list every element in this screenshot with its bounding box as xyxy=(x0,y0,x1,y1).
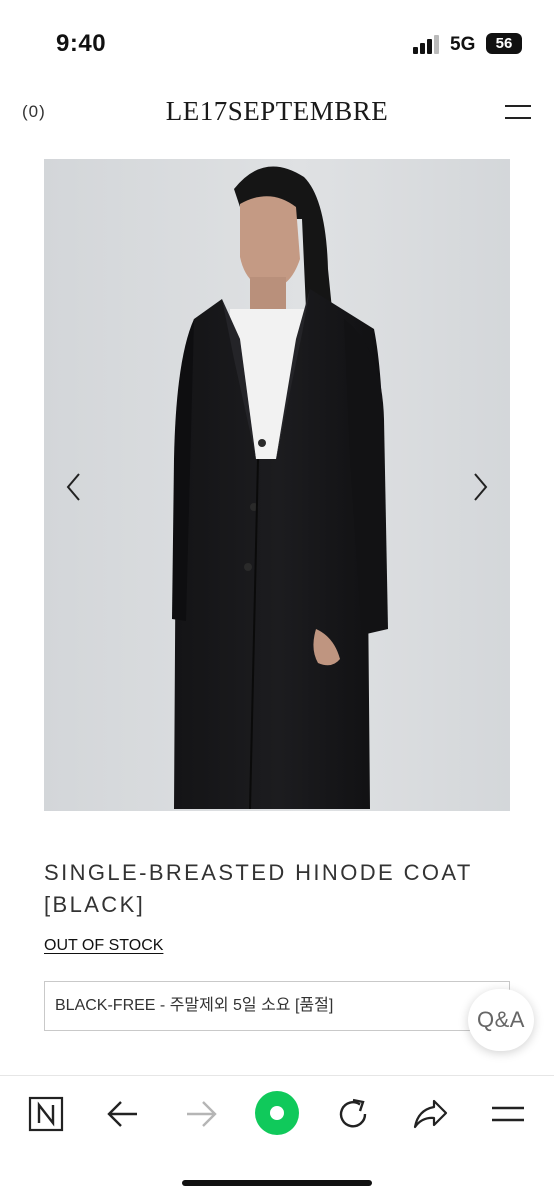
network-type: 5G xyxy=(450,34,476,55)
naver-n-icon[interactable] xyxy=(26,1094,66,1134)
option-select[interactable]: BLACK-FREE - 주말제외 5일 소요 [품절] xyxy=(44,981,510,1031)
green-dot-icon[interactable] xyxy=(254,1090,300,1136)
status-time: 9:40 xyxy=(56,30,107,57)
forward-arrow-icon[interactable] xyxy=(181,1094,221,1134)
carousel-next-icon[interactable] xyxy=(468,470,492,504)
back-arrow-icon[interactable] xyxy=(103,1094,143,1134)
share-icon[interactable] xyxy=(410,1094,450,1134)
status-bar: 9:40 5G 56 xyxy=(0,0,554,80)
carousel-prev-icon[interactable] xyxy=(62,470,86,504)
stock-status-link[interactable]: OUT OF STOCK xyxy=(44,937,163,955)
home-indicator xyxy=(182,1180,372,1186)
signal-strength-icon xyxy=(413,34,443,54)
reload-icon[interactable] xyxy=(333,1094,373,1134)
menu-icon[interactable] xyxy=(488,1094,528,1134)
battery-icon: 56 xyxy=(486,33,522,54)
qa-button[interactable]: Q&A xyxy=(468,989,534,1051)
product-title-line: SINGLE-BREASTED HINODE COAT xyxy=(44,860,473,885)
product-title-color: [BLACK] xyxy=(44,892,146,917)
hamburger-menu-icon[interactable] xyxy=(505,103,533,121)
product-photo[interactable] xyxy=(44,159,510,811)
brand-logo[interactable]: LE17SEPTEMBRE xyxy=(0,96,554,127)
product-title: SINGLE-BREASTED HINODE COAT [BLACK] xyxy=(44,857,504,921)
